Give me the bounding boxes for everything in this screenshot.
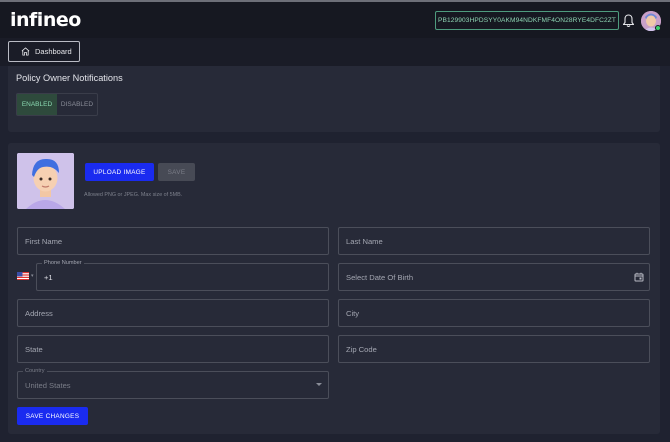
- notifications-toggle-group: ENABLED DISABLED: [16, 93, 98, 116]
- dashboard-button[interactable]: Dashboard: [8, 41, 80, 62]
- phone-country-selector[interactable]: ▾: [17, 272, 34, 280]
- address-placeholder: Address: [25, 308, 53, 318]
- address-field[interactable]: Address: [17, 299, 329, 327]
- phone-number-field[interactable]: Phone Number +1: [36, 259, 329, 291]
- country-value: United States: [25, 380, 71, 390]
- enabled-toggle-option[interactable]: ENABLED: [17, 94, 57, 115]
- zip-code-field[interactable]: Zip Code: [338, 335, 650, 363]
- state-field[interactable]: State: [17, 335, 329, 363]
- date-of-birth-placeholder: Select Date Of Birth: [346, 272, 414, 282]
- last-name-field[interactable]: Last Name: [338, 227, 650, 255]
- bell-icon[interactable]: [623, 14, 634, 27]
- city-placeholder: City: [346, 308, 360, 318]
- first-name-placeholder: First Name: [25, 236, 63, 246]
- profile-image: [17, 153, 74, 209]
- city-field[interactable]: City: [338, 299, 650, 327]
- phone-number-label: Phone Number: [42, 259, 84, 267]
- state-placeholder: State: [25, 344, 43, 354]
- calendar-icon[interactable]: [634, 272, 644, 282]
- chevron-down-icon: ▾: [31, 273, 34, 279]
- zip-code-placeholder: Zip Code: [346, 344, 377, 354]
- save-changes-button[interactable]: SAVE CHANGES: [17, 407, 88, 425]
- sub-navigation-bar: [0, 38, 670, 66]
- dropdown-arrow-icon: [316, 383, 322, 386]
- brand-logo[interactable]: infineo: [10, 9, 81, 31]
- save-image-button[interactable]: SAVE: [158, 163, 195, 181]
- dashboard-label: Dashboard: [35, 47, 72, 56]
- last-name-placeholder: Last Name: [346, 236, 383, 246]
- first-name-field[interactable]: First Name: [17, 227, 329, 255]
- home-icon: [21, 47, 30, 56]
- upload-image-button[interactable]: UPLOAD IMAGE: [85, 163, 154, 181]
- us-flag-icon: [17, 272, 29, 280]
- date-of-birth-field[interactable]: Select Date Of Birth: [338, 263, 650, 291]
- online-status-dot: [655, 25, 661, 31]
- phone-number-value: +1: [44, 272, 53, 282]
- policy-id-badge[interactable]: PB129903HPDSYY0AKM94NDKFMF4ON28RYE4DFC2Z…: [435, 11, 619, 30]
- country-select[interactable]: Country United States: [17, 367, 329, 399]
- image-upload-hint: Allowed PNG or JPEG. Max size of 5MB.: [84, 192, 183, 198]
- notifications-title: Policy Owner Notifications: [16, 73, 123, 83]
- disabled-toggle-option[interactable]: DISABLED: [57, 94, 97, 115]
- country-label: Country: [23, 367, 47, 375]
